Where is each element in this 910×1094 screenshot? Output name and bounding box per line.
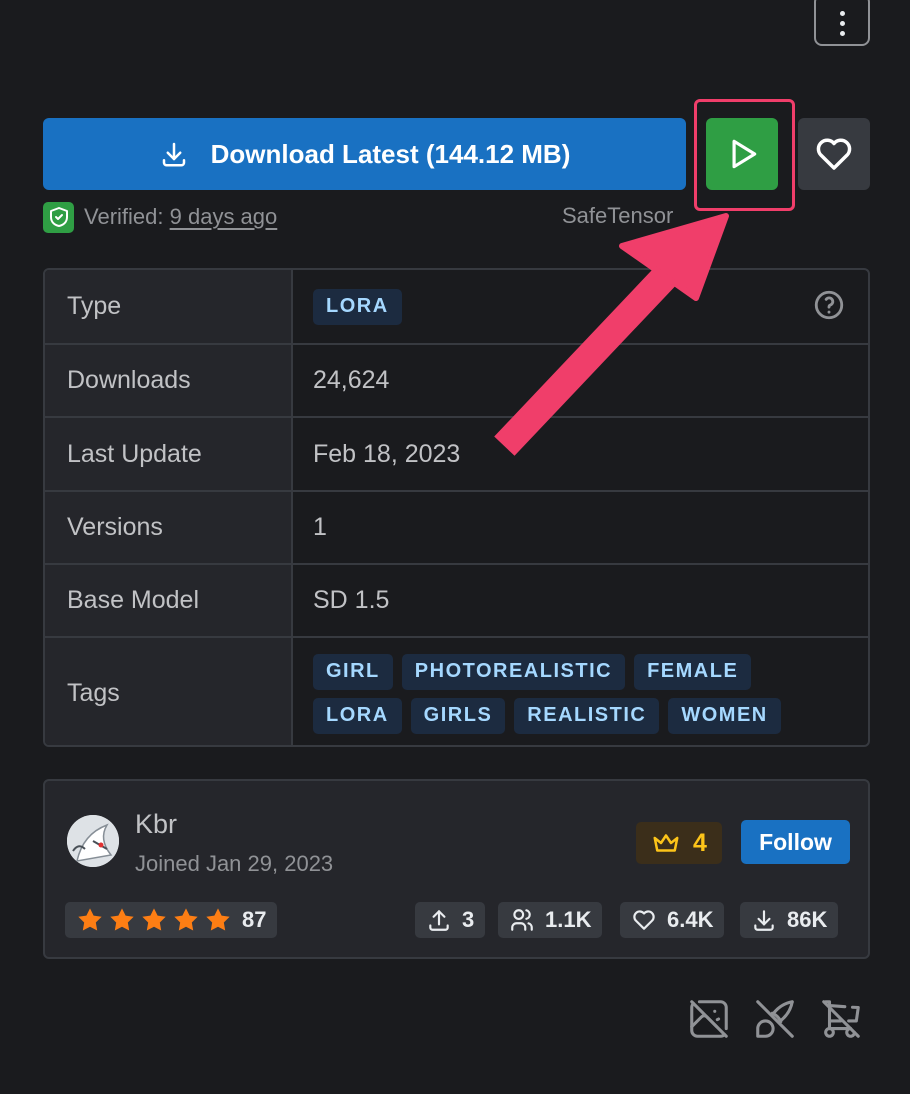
creator-rank-badge: 4: [636, 822, 722, 864]
row-label: Tags: [45, 638, 293, 745]
creator-card: Kbr Joined Jan 29, 2023 4 Follow 87 3 1.…: [43, 779, 870, 959]
avatar[interactable]: [67, 815, 119, 867]
heart-icon: [633, 910, 655, 930]
tag-badge[interactable]: GIRLS: [410, 697, 506, 734]
annotation-highlight-box: [694, 99, 795, 211]
star-icon: [78, 908, 102, 931]
favorites-stat: 6.4K: [620, 902, 725, 938]
details-row-base-model: Base Model SD 1.5: [45, 563, 868, 636]
details-row-last-update: Last Update Feb 18, 2023: [45, 416, 868, 490]
download-label: Download Latest (144.12 MB): [210, 138, 571, 169]
row-label: Last Update: [45, 418, 293, 490]
row-label: Downloads: [45, 345, 293, 416]
row-label: Type: [45, 270, 293, 343]
help-icon[interactable]: [812, 288, 846, 322]
row-value: GIRL PHOTOREALISTIC FEMALE LORA GIRLS RE…: [293, 638, 868, 745]
rating-chip: 87: [65, 902, 278, 938]
tag-badge[interactable]: PHOTOREALISTIC: [401, 653, 626, 690]
creator-joined-date: Joined Jan 29, 2023: [135, 851, 334, 876]
details-row-tags: Tags GIRL PHOTOREALISTIC FEMALE LORA GIR…: [45, 636, 868, 745]
details-row-versions: Versions 1: [45, 490, 868, 563]
uploads-count: 3: [462, 907, 475, 932]
followers-stat: 1.1K: [498, 902, 603, 938]
rank-value: 4: [693, 828, 707, 857]
verified-status: Verified: 9 days ago: [43, 201, 278, 233]
favorite-button[interactable]: [798, 118, 870, 190]
more-options-button[interactable]: [814, 0, 870, 46]
rating-count: 87: [242, 907, 267, 932]
verified-prefix: Verified:: [84, 204, 164, 229]
row-value: 1: [313, 513, 327, 541]
star-icon: [142, 908, 166, 931]
downloads-count: 86K: [787, 907, 828, 932]
details-row-downloads: Downloads 24,624: [45, 343, 868, 416]
rating-stars: [76, 906, 232, 934]
download-icon: [754, 910, 774, 931]
file-format-label: SafeTensor: [562, 203, 674, 228]
download-latest-button[interactable]: Download Latest (144.12 MB): [43, 118, 686, 190]
tags-list: GIRL PHOTOREALISTIC FEMALE LORA GIRLS RE…: [313, 653, 823, 734]
download-icon: [162, 142, 185, 167]
crown-icon: [653, 834, 679, 852]
tag-badge[interactable]: WOMEN: [668, 697, 781, 734]
heart-icon: [816, 138, 852, 170]
row-label: Versions: [45, 492, 293, 563]
details-row-type: Type LORA: [45, 270, 868, 343]
row-label: Base Model: [45, 565, 293, 636]
favorites-count: 6.4K: [667, 907, 714, 932]
tag-badge[interactable]: FEMALE: [634, 653, 752, 690]
downloads-stat: 86K: [740, 902, 839, 938]
kebab-dot: [839, 30, 845, 36]
shield-check-icon: [43, 201, 74, 233]
kebab-dot: [839, 20, 845, 26]
star-icon: [206, 908, 230, 931]
verified-date-link[interactable]: 9 days ago: [170, 204, 278, 229]
row-value: SD 1.5: [313, 586, 390, 614]
tag-badge[interactable]: GIRL: [313, 653, 393, 690]
photo-off-icon[interactable]: [686, 996, 732, 1042]
row-value: Feb 18, 2023: [313, 439, 461, 468]
row-value: 24,624: [313, 366, 390, 394]
users-icon: [511, 909, 533, 931]
type-badge: LORA: [313, 288, 402, 325]
upload-icon: [429, 910, 449, 931]
followers-count: 1.1K: [545, 907, 592, 932]
tag-badge[interactable]: LORA: [313, 697, 402, 734]
row-value: LORA: [293, 270, 868, 343]
follow-button[interactable]: Follow: [741, 820, 850, 864]
details-table: Type LORA Downloads 24,624 Last Update F…: [43, 268, 870, 747]
star-icon: [110, 908, 134, 931]
uploads-stat: 3: [415, 902, 486, 938]
kebab-menu-icon: [839, 10, 845, 16]
tag-badge[interactable]: REALISTIC: [514, 697, 660, 734]
brush-off-icon[interactable]: [752, 996, 798, 1042]
shopping-cart-off-icon[interactable]: [818, 996, 864, 1042]
star-icon: [174, 908, 198, 931]
creator-name[interactable]: Kbr: [135, 809, 177, 840]
